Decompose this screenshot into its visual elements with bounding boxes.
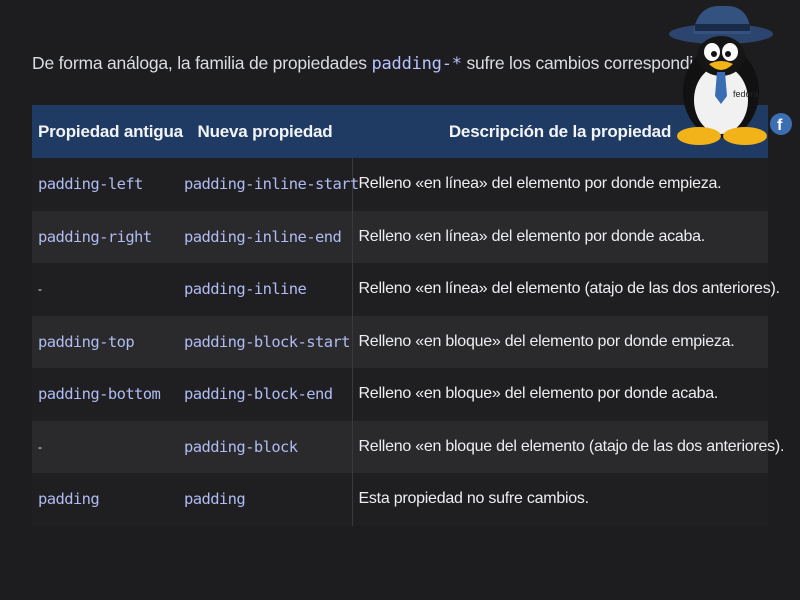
tux-fedora-penguin-icon: f fedora xyxy=(655,0,800,150)
table-row: - padding-inline Relleno «en línea» del … xyxy=(32,263,780,316)
old-property-cell: - xyxy=(38,439,42,454)
description-cell: Relleno «en bloque» del elemento por don… xyxy=(351,315,768,368)
table-row: - padding-block Relleno «en bloque del e… xyxy=(32,420,784,473)
new-property-cell: padding-inline xyxy=(184,280,307,299)
intro-paragraph: De forma análoga, la familia de propieda… xyxy=(32,48,740,79)
table-row: padding padding Esta propiedad no sufre … xyxy=(32,473,768,526)
old-property-cell: padding-top xyxy=(38,332,135,351)
new-property-cell: padding-inline-end xyxy=(184,227,342,246)
svg-text:f: f xyxy=(777,117,783,134)
description-cell: Relleno «en línea» del elemento por dond… xyxy=(351,210,768,263)
mascot-hat-text: fedora xyxy=(733,89,759,99)
description-cell: Relleno «en línea» del elemento (atajo d… xyxy=(351,263,780,316)
new-property-cell: padding-block xyxy=(184,437,298,456)
description-cell: Relleno «en bloque del elemento (atajo d… xyxy=(351,420,784,473)
old-property-cell: padding xyxy=(38,490,100,509)
description-cell: Relleno «en línea» del elemento por dond… xyxy=(351,158,768,211)
intro-text-before: De forma análoga, la familia de propieda… xyxy=(32,52,372,73)
new-property-cell: padding-inline-start xyxy=(184,175,359,194)
new-property-cell: padding-block-end xyxy=(184,385,333,404)
table-row: padding-top padding-block-start Relleno … xyxy=(32,315,768,368)
intro-code: padding-* xyxy=(371,53,462,74)
header-old-property: Propiedad antigua xyxy=(38,121,183,141)
description-cell: Relleno «en bloque» del elemento por don… xyxy=(351,368,768,421)
header-new-property: Nueva propiedad xyxy=(197,121,333,141)
table-row: padding-right padding-inline-end Relleno… xyxy=(32,210,768,263)
table-row: padding-bottom padding-block-end Relleno… xyxy=(32,368,768,421)
new-property-cell: padding xyxy=(184,490,246,509)
table-row: padding-left padding-inline-start Rellen… xyxy=(32,158,768,211)
old-property-cell: padding-right xyxy=(38,227,152,246)
padding-properties-table: Propiedad antigua Nueva propiedad Descri… xyxy=(32,105,784,526)
old-property-cell: - xyxy=(38,282,42,297)
old-property-cell: padding-bottom xyxy=(38,385,161,404)
description-cell: Esta propiedad no sufre cambios. xyxy=(351,473,768,526)
new-property-cell: padding-block-start xyxy=(184,332,351,351)
old-property-cell: padding-left xyxy=(38,175,143,194)
